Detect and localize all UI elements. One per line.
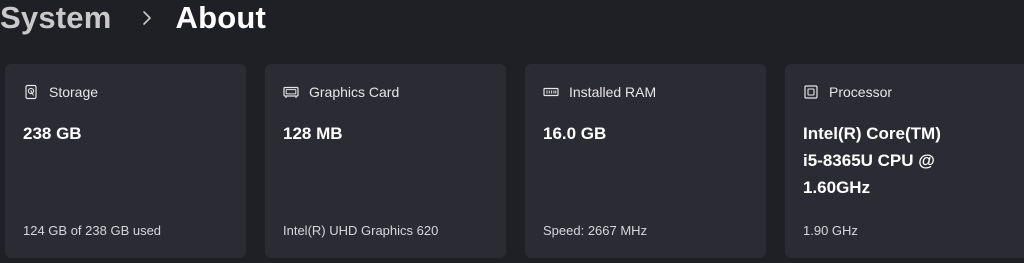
processor-header: Processor [803,84,892,100]
processor-card[interactable]: Processor Intel(R) Core(TM) i5-8365U CPU… [785,64,1024,258]
installed-ram-header: Installed RAM [543,84,656,100]
graphics-card-detail: Intel(R) UHD Graphics 620 [283,223,439,238]
breadcrumb: System About [0,0,266,40]
device-specs-cards: Storage 238 GB 124 GB of 238 GB used Gra… [5,64,1024,258]
graphics-card-card[interactable]: Graphics Card 128 MB Intel(R) UHD Graphi… [265,64,506,258]
storage-card-detail: 124 GB of 238 GB used [23,223,162,238]
graphics-card-icon [283,84,299,100]
processor-detail: 1.90 GHz [803,223,858,238]
processor-title: Processor [829,84,893,100]
graphics-card-header: Graphics Card [283,84,399,100]
storage-card-value: 238 GB [23,124,82,143]
processor-chip-icon [803,84,819,100]
graphics-card-title: Graphics Card [309,84,400,100]
graphics-card-value: 128 MB [283,124,343,143]
breadcrumb-system-link[interactable]: System [0,0,112,36]
ram-module-icon [543,84,559,100]
chevron-right-icon [132,0,162,40]
installed-ram-detail: Speed: 2667 MHz [543,223,648,238]
installed-ram-value: 16.0 GB [543,124,607,143]
storage-card-title: Storage [49,84,99,100]
storage-card-header: Storage [23,84,98,100]
processor-value: Intel(R) Core(TM) i5-8365U CPU @ 1.60GHz [803,124,941,197]
installed-ram-card[interactable]: Installed RAM 16.0 GB Speed: 2667 MHz [525,64,766,258]
storage-drive-icon [23,84,39,100]
storage-card[interactable]: Storage 238 GB 124 GB of 238 GB used [5,64,246,258]
installed-ram-title: Installed RAM [569,84,657,100]
page-title: About [175,0,267,35]
